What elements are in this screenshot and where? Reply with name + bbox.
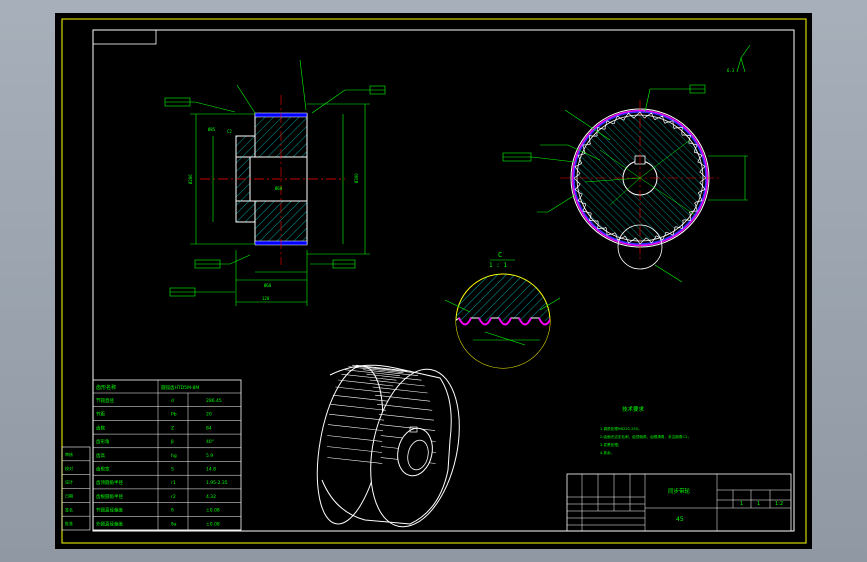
ptable-row-symbol: S (171, 467, 174, 473)
ptable-row-symbol: hg (171, 453, 177, 459)
ptable-row-symbol: Pb (171, 412, 177, 418)
tech-req-1: 1.调质处理HB220-250； (600, 426, 642, 431)
ptable-row-name: 齿顶圆角半径 (96, 479, 123, 486)
ptable-row-name: 齿形角 (96, 438, 110, 445)
ptable-row-value: 84 (206, 425, 212, 431)
engineering-drawing: Ø85 Ø286 Ø300 Ø60 120 Ø60 C2 6.3 C 1: 1… (55, 13, 812, 549)
stamp-label: 日期 (65, 492, 73, 498)
ptable-row-name: 齿数 (96, 424, 105, 431)
svg-text:Ø85: Ø85 (208, 127, 216, 132)
ptable-row-value: ±0.08 (206, 508, 220, 514)
ptable-row-name: 齿高 (96, 452, 105, 459)
ptable-header-0: 齿形名称 (96, 384, 116, 391)
svg-text:6.3: 6.3 (727, 68, 735, 73)
detail-scale: 1 : 1 (489, 262, 507, 269)
stamp-label: 批准 (65, 520, 73, 526)
ptable-header-1: 圆弧齿HTD5M-8M (161, 384, 199, 391)
stamp-label: 签名 (65, 506, 73, 512)
ptable-row-name: 节圆直径偏差 (96, 507, 123, 514)
ptable-row-symbol: Z (171, 425, 174, 431)
ptable-row-name: 齿根圆角半径 (96, 493, 123, 500)
ptable-row-value: 14.8 (206, 467, 216, 473)
ptable-row-value: 1.95-2.35 (206, 480, 228, 486)
svg-text:Ø286: Ø286 (188, 174, 193, 184)
ptable-row-value: 5.9 (206, 453, 213, 459)
ptable-row-symbol: δa (171, 521, 177, 527)
ptable-row-value: ±0.08 (206, 521, 220, 527)
ptable-row-symbol: β (171, 439, 174, 445)
cad-viewport[interactable]: Ø85 Ø286 Ø300 Ø60 120 Ø60 C2 6.3 C 1: 1… (0, 0, 867, 562)
scale: 1:2 (775, 501, 783, 507)
stamp-label: 设计 (65, 479, 73, 485)
tech-req-title: 技术要求 (622, 405, 645, 413)
svg-text:Ø60: Ø60 (264, 283, 272, 288)
detail-label: C (498, 251, 502, 259)
ptable-row-symbol: d (171, 398, 174, 404)
ptable-row-name: 外圆直径偏差 (96, 520, 123, 527)
svg-text:120: 120 (262, 296, 270, 301)
ptable-row-symbol: r1 (171, 480, 176, 486)
stamp-label: 审核 (65, 451, 73, 457)
sheet: 1 (757, 501, 760, 507)
ptable-row-value: 40° (206, 439, 214, 445)
ptable-row-value: 4.32 (206, 494, 216, 500)
ptable-row-symbol: δ (171, 508, 174, 514)
svg-text:Ø300: Ø300 (354, 173, 359, 183)
ptable-row-name: 齿根宽 (96, 466, 110, 473)
tech-req-4: 4.其余。 (600, 450, 614, 455)
quantity: 1 (740, 501, 743, 507)
ptable-row-value: 20 (206, 412, 212, 418)
ptable-row-value: 286.45 (206, 398, 222, 404)
tech-req-2: 2.齿面光洁无毛刺，齿顶倒角，齿根清角，未注倒角C1； (600, 434, 691, 439)
svg-text:C2: C2 (227, 129, 232, 134)
stamp-label: 校对 (65, 465, 73, 471)
ptable-row-name: 节距 (96, 412, 105, 418)
svg-text:Ø60: Ø60 (275, 186, 283, 191)
material: 45 (676, 516, 684, 523)
part-name: 同步带轮 (668, 487, 691, 495)
tech-req-3: 3.发黑处理； (600, 442, 621, 447)
ptable-row-symbol: r2 (171, 494, 176, 500)
ptable-row-name: 节圆直径 (96, 397, 114, 404)
